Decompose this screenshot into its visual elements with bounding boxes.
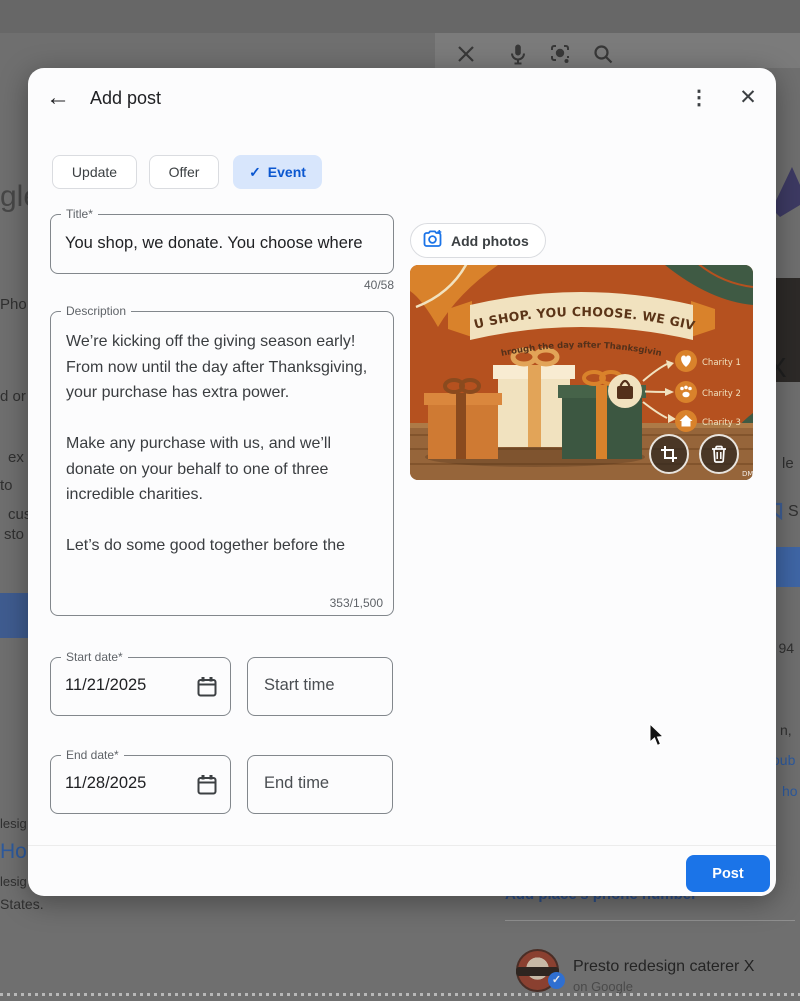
clear-icon[interactable] (455, 43, 477, 65)
charity-3-label: Charity 3 (702, 418, 741, 428)
background-fragment: States. (0, 896, 44, 912)
background-link-fragment: Ho (0, 840, 27, 864)
description-char-counter: 353/1,500 (324, 596, 383, 610)
background-fragment: S (788, 503, 799, 521)
title-field-label: Title* (61, 207, 98, 221)
end-time-field[interactable]: End time (247, 755, 393, 814)
background-top-band (0, 0, 800, 33)
background-link-fragment: ho (782, 783, 798, 799)
post-button[interactable]: Post (686, 855, 770, 892)
start-date-label: Start date* (61, 650, 128, 664)
background-fragment: to (0, 477, 13, 494)
add-photo-icon (423, 230, 443, 251)
title-field[interactable]: Title* You shop, we donate. You choose w… (50, 214, 394, 274)
delete-photo-button[interactable] (699, 434, 739, 474)
search-icon[interactable] (592, 43, 614, 65)
more-options-icon[interactable]: ⋮ (686, 84, 712, 112)
description-field-label: Description (61, 304, 131, 318)
calendar-icon[interactable] (196, 676, 218, 698)
background-fragment: d or (0, 388, 26, 405)
screen: gle Pho Ψ d or ex to cus sto lesig Ho le… (0, 0, 800, 1001)
mic-icon[interactable] (507, 43, 529, 65)
add-photos-label: Add photos (451, 233, 529, 249)
background-fragment: lesig (0, 816, 27, 831)
close-icon[interactable]: ✕ (734, 84, 762, 112)
end-time-placeholder: End time (264, 774, 329, 793)
business-name: Presto redesign caterer X (573, 958, 754, 976)
end-date-field[interactable]: End date* 11/28/2025 (50, 755, 231, 814)
tab-offer[interactable]: Offer (149, 155, 219, 189)
dialog-title: Add post (90, 88, 161, 109)
calendar-icon[interactable] (196, 774, 218, 796)
check-icon: ✓ (249, 164, 261, 181)
background-fragment: le (782, 455, 794, 472)
crop-photo-button[interactable] (649, 434, 689, 474)
background-fragment: ex (8, 449, 24, 466)
background-fragment: n, (780, 722, 792, 738)
add-post-dialog: ← Add post ⋮ ✕ Update Offer ✓ Event Titl… (28, 68, 776, 896)
screen-border-dots (0, 993, 800, 996)
mouse-cursor (648, 723, 666, 749)
footer-divider (28, 845, 776, 846)
charity-2-label: Charity 2 (702, 389, 741, 399)
background-fragment: Pho (0, 296, 27, 313)
background-fragment: lesig (0, 874, 27, 889)
background-fragment: sto (4, 526, 24, 543)
background-button-fragment (0, 593, 28, 638)
start-time-field[interactable]: Start time (247, 657, 393, 716)
charity-1-label: Charity 1 (702, 358, 741, 368)
description-field-value: We’re kicking off the giving season earl… (66, 329, 384, 601)
lens-icon[interactable] (549, 43, 571, 65)
end-date-label: End date* (61, 748, 124, 762)
tab-event[interactable]: ✓ Event (233, 155, 322, 189)
title-field-value: You shop, we donate. You choose where (65, 234, 391, 253)
start-time-placeholder: Start time (264, 676, 335, 695)
tab-update[interactable]: Update (52, 155, 137, 189)
background-divider (505, 920, 795, 921)
photo-watermark: DM (742, 470, 753, 478)
background-search-bar (435, 33, 800, 68)
title-char-counter: 40/58 (50, 278, 394, 292)
start-date-field[interactable]: Start date* 11/21/2025 (50, 657, 231, 716)
verified-badge-icon: ✓ (548, 972, 565, 989)
event-photo-preview: YOU SHOP. YOU CHOOSE. WE GIVE. Through t… (410, 265, 753, 480)
back-arrow-icon[interactable]: ← (44, 84, 72, 112)
business-source: on Google (573, 979, 633, 994)
description-field[interactable]: Description We’re kicking off the giving… (50, 311, 394, 616)
end-date-value: 11/28/2025 (65, 774, 146, 793)
start-date-value: 11/21/2025 (65, 676, 146, 695)
add-photos-button[interactable]: Add photos (410, 223, 546, 258)
